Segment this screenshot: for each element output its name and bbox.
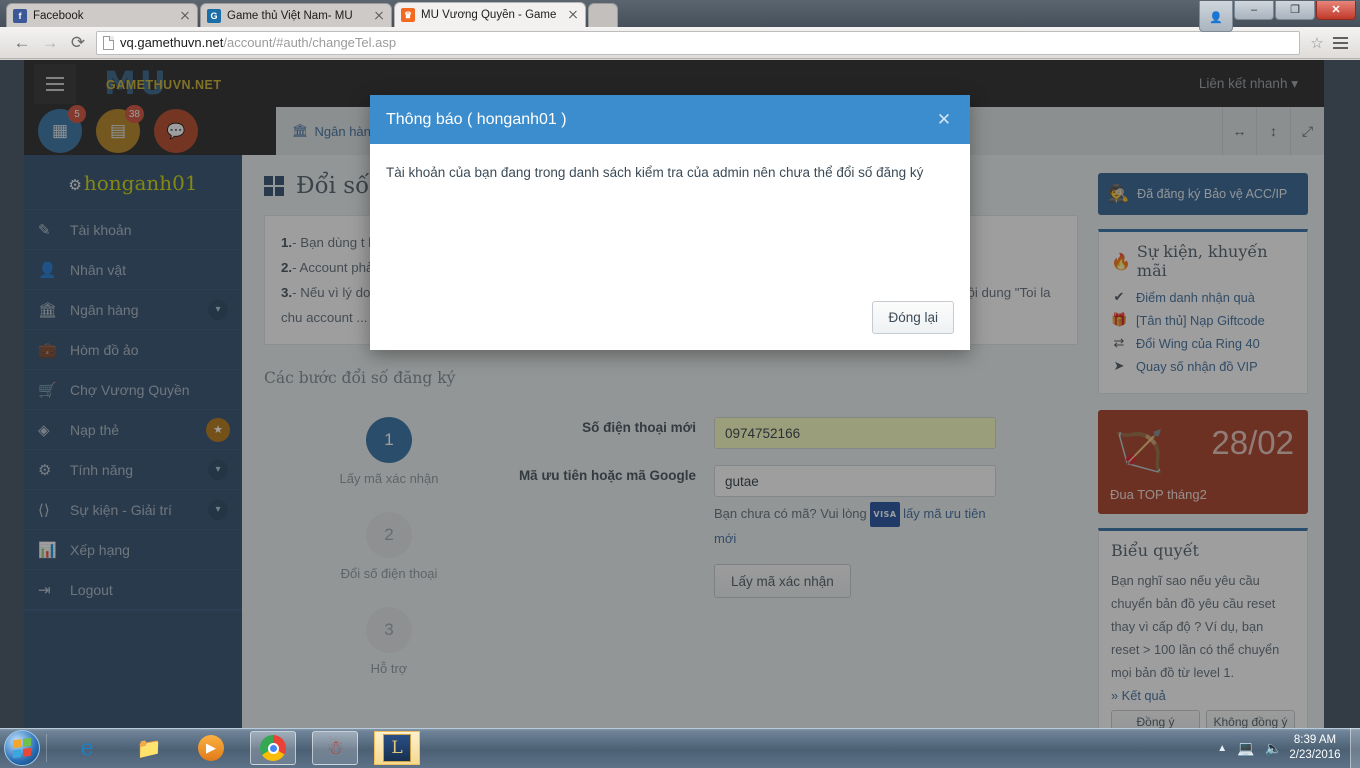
windows-taskbar: e 📁 ▶ ☃ L ▲ 💻 🔈 8:39 AM 2/23/2016 — [0, 728, 1360, 768]
lol-icon: L — [383, 734, 411, 762]
web-page: MU GAMETHUVN.NET Liên kết nhanh ▾ ▦ 5 ▤ … — [0, 60, 1360, 728]
forward-button[interactable]: → — [36, 29, 64, 57]
tab-close-icon[interactable] — [179, 10, 191, 22]
browser-toolbar: ← → ⟳ vq.gamethuvn.net/account/#auth/cha… — [0, 27, 1360, 59]
game-avatar-icon: ☃ — [326, 737, 344, 759]
tab-title: MU Vương Quyền - Game — [421, 9, 557, 21]
window-controls: 👤 – ❐ ✕ — [1199, 1, 1356, 32]
back-button[interactable]: ← — [8, 29, 36, 57]
dialog-message: Tài khoản của bạn đang trong danh sách k… — [386, 165, 924, 180]
taskbar-divider — [46, 734, 47, 762]
facebook-favicon-icon: f — [13, 8, 27, 23]
close-dialog-button[interactable]: Đóng lại — [872, 301, 954, 334]
browser-tab[interactable]: G Game thủ Việt Nam- MU — [200, 3, 392, 27]
chrome-menu-icon[interactable] — [1328, 36, 1352, 49]
gamethu-favicon-icon: G — [207, 8, 221, 23]
start-button[interactable] — [4, 730, 40, 766]
dialog-footer: Đóng lại — [872, 301, 954, 334]
minimize-button[interactable]: – — [1234, 1, 1274, 20]
mu-crown-favicon-icon: ♛ — [401, 8, 415, 22]
taskbar-file-explorer[interactable]: 📁 — [126, 731, 172, 765]
show-desktop-button[interactable] — [1350, 728, 1360, 768]
taskbar-clock[interactable]: 8:39 AM 2/23/2016 — [1286, 733, 1344, 763]
tab-title: Facebook — [33, 9, 84, 22]
tab-close-icon[interactable] — [373, 10, 385, 22]
address-bar[interactable]: vq.gamethuvn.net/account/#auth/changeTel… — [96, 30, 1300, 55]
clock-date: 2/23/2016 — [1289, 749, 1341, 761]
clock-time: 8:39 AM — [1293, 734, 1337, 746]
tab-strip: f Facebook G Game thủ Việt Nam- MU ♛ MU … — [0, 0, 1360, 32]
browser-tab[interactable]: f Facebook — [6, 3, 198, 27]
taskbar-game-launcher[interactable]: ☃ — [312, 731, 358, 765]
taskbar-league-of-legends[interactable]: L — [374, 731, 420, 765]
media-play-icon: ▶ — [198, 735, 224, 761]
folder-icon: 📁 — [136, 737, 162, 760]
dialog-header: Thông báo ( honganh01 ) ✕ — [370, 95, 970, 144]
tab-close-icon[interactable] — [567, 9, 579, 21]
browser-window: f Facebook G Game thủ Việt Nam- MU ♛ MU … — [0, 0, 1360, 728]
system-tray: ▲ 💻 🔈 — [1217, 728, 1282, 768]
notification-dialog: Thông báo ( honganh01 ) ✕ Tài khoản của … — [370, 95, 970, 350]
dialog-title: Thông báo ( honganh01 ) — [386, 110, 567, 128]
internet-explorer-icon: e — [80, 735, 94, 761]
url-domain: vq.gamethuvn.net — [120, 35, 224, 50]
close-icon[interactable]: ✕ — [934, 110, 954, 130]
tab-title: Game thủ Việt Nam- MU — [227, 9, 353, 22]
chrome-icon — [260, 735, 286, 761]
chrome-profile-button[interactable]: 👤 — [1199, 1, 1233, 32]
windows-logo-icon — [13, 737, 31, 759]
reload-button[interactable]: ⟳ — [64, 29, 92, 57]
url-text: vq.gamethuvn.net/account/#auth/changeTel… — [120, 35, 396, 50]
taskbar-internet-explorer[interactable]: e — [64, 731, 110, 765]
network-icon[interactable]: 💻 — [1237, 740, 1254, 757]
page-info-icon — [103, 35, 114, 50]
user-icon: 👤 — [1209, 10, 1223, 24]
taskbar-media-player[interactable]: ▶ — [188, 731, 234, 765]
volume-muted-icon[interactable]: 🔈 — [1265, 740, 1282, 757]
close-button[interactable]: ✕ — [1316, 1, 1356, 20]
bookmark-star-icon[interactable]: ☆ — [1306, 34, 1328, 52]
new-tab-button[interactable] — [588, 3, 618, 27]
taskbar-google-chrome[interactable] — [250, 731, 296, 765]
restore-button[interactable]: ❐ — [1275, 1, 1315, 20]
show-hidden-icons-icon[interactable]: ▲ — [1217, 743, 1227, 754]
url-path: /account/#auth/changeTel.asp — [223, 35, 397, 50]
browser-tab-active[interactable]: ♛ MU Vương Quyền - Game — [394, 2, 586, 27]
